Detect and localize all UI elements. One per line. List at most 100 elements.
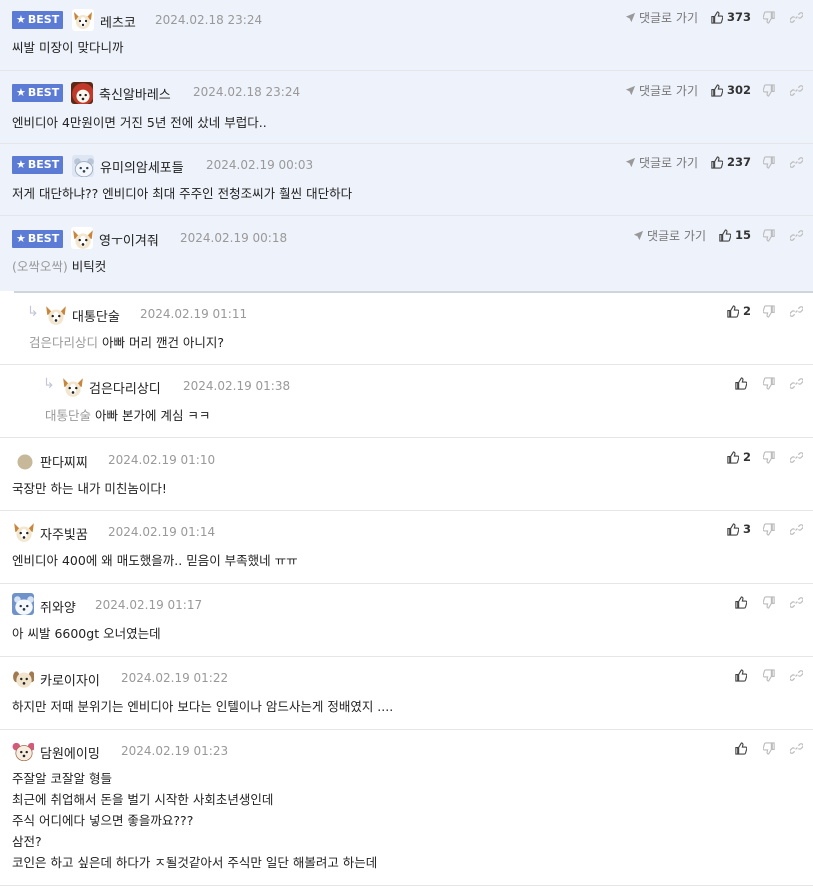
like-button[interactable]: 15	[718, 228, 751, 242]
like-button[interactable]	[734, 376, 751, 390]
like-button[interactable]	[734, 741, 751, 755]
star-icon: ★	[16, 158, 26, 171]
comment-text-line: 코인은 하고 싶은데 하다가 ㅈ될것같아서 주식만 일단 해볼려고 하는데	[12, 855, 378, 870]
comment-item: ↳ 대통단술 2024.02.19 01:11 검은다리상디 아빠 머리 깬건 …	[0, 293, 813, 365]
dog-avatar[interactable]	[71, 227, 93, 249]
link-button[interactable]	[790, 451, 803, 464]
thumbs-down-icon	[763, 595, 775, 609]
bear-avatar[interactable]	[72, 155, 94, 177]
comment-nickname[interactable]: 검은다리상디	[89, 378, 161, 397]
dog-avatar[interactable]	[72, 9, 94, 31]
dislike-button[interactable]	[763, 155, 776, 169]
link-button[interactable]	[790, 523, 803, 536]
like-button[interactable]: 373	[710, 10, 751, 24]
comment-item: ↳ 검은다리상디 2024.02.19 01:38 대통단술 아빠 본가에 계심…	[0, 365, 813, 438]
thumbs-down-icon	[763, 304, 775, 318]
link-icon	[790, 156, 803, 168]
goto-label: 댓글로 가기	[646, 228, 706, 243]
dot-avatar[interactable]	[17, 454, 33, 470]
comment-nickname[interactable]: 대통단술	[72, 306, 120, 325]
link-icon	[790, 377, 803, 389]
comment-nickname[interactable]: 축신알바레스	[99, 84, 171, 103]
comment-nickname[interactable]: 유미의암세포들	[100, 157, 184, 176]
thumbs-up-icon	[727, 450, 739, 464]
like-button[interactable]: 302	[710, 83, 751, 97]
link-button[interactable]	[790, 305, 803, 318]
comment-nickname[interactable]: 레츠코	[100, 12, 136, 31]
comment-item: 판다찌찌 2024.02.19 01:10 국장만 하는 내가 미친놈이다! 2	[0, 438, 813, 511]
comment-actions: 댓글로 가기 237	[625, 153, 803, 171]
dislike-button[interactable]	[763, 450, 776, 464]
goto-comment-button[interactable]: 댓글로 가기	[625, 82, 698, 99]
link-button[interactable]	[790, 11, 803, 24]
best-label: BEST	[27, 13, 60, 26]
link-icon	[790, 84, 803, 96]
dislike-button[interactable]	[763, 228, 776, 242]
link-button[interactable]	[790, 377, 803, 390]
comment-date: 2024.02.19 01:14	[108, 525, 216, 539]
link-button[interactable]	[790, 742, 803, 755]
comment-date: 2024.02.18 23:24	[155, 13, 263, 27]
comment-item: 담원에이밍 2024.02.19 01:23 주잘알 코잘알 형들 최근에 취업…	[0, 730, 813, 886]
comment-date: 2024.02.19 00:03	[206, 158, 314, 172]
mention-text[interactable]: 대통단술	[45, 408, 91, 423]
like-button[interactable]	[734, 595, 751, 609]
comment-nickname[interactable]: 판다찌찌	[40, 452, 88, 471]
like-button[interactable]: 2	[726, 450, 751, 464]
comment-text: 국장만 하는 내가 미친놈이다!	[12, 481, 167, 496]
like-button[interactable]: 3	[726, 522, 751, 536]
comment-actions: 2	[726, 448, 803, 466]
thumbs-down-icon	[763, 10, 775, 24]
link-button[interactable]	[790, 156, 803, 169]
comment-date: 2024.02.19 00:18	[180, 231, 288, 245]
comment-actions: 2	[726, 302, 803, 320]
dislike-button[interactable]	[763, 522, 776, 536]
mention-text[interactable]: 검은다리상디	[29, 335, 98, 350]
send-icon	[633, 230, 644, 240]
like-button[interactable]: 237	[710, 155, 751, 169]
star-icon: ★	[16, 13, 26, 26]
like-count: 2	[742, 450, 751, 464]
thumbs-down-icon	[763, 155, 775, 169]
goto-comment-button[interactable]: 댓글로 가기	[633, 227, 706, 244]
comment-nickname[interactable]: 담원에이밍	[40, 743, 100, 762]
comment-date: 2024.02.19 01:10	[108, 453, 216, 467]
reply-arrow-icon: ↳	[27, 304, 39, 320]
link-button[interactable]	[790, 84, 803, 97]
comment-nickname[interactable]: 자주빛꿈	[40, 524, 88, 543]
comment-text: 씨발 미장이 맞다니까	[12, 40, 124, 55]
best-badge: ★ BEST	[12, 156, 63, 174]
dog-avatar[interactable]	[61, 375, 83, 397]
link-icon	[790, 742, 803, 754]
link-button[interactable]	[790, 669, 803, 682]
goto-comment-button[interactable]: 댓글로 가기	[625, 154, 698, 171]
comment-item: ★ BEST 축신알바레스 2024.02.18 23:24 엔비디아 4만원이면…	[0, 71, 813, 144]
dislike-button[interactable]	[763, 304, 776, 318]
mention-text[interactable]: (오싹오싹)	[12, 259, 68, 274]
comment-nickname[interactable]: 영ㅜ이겨줘	[99, 230, 159, 249]
dislike-button[interactable]	[763, 83, 776, 97]
dog-avatar[interactable]	[12, 667, 34, 689]
like-count: 237	[726, 155, 751, 169]
star-icon: ★	[16, 86, 26, 99]
bear-avatar[interactable]	[12, 593, 34, 615]
comment-nickname[interactable]: 쥐와양	[40, 597, 76, 616]
goto-comment-button[interactable]: 댓글로 가기	[625, 9, 698, 26]
dislike-button[interactable]	[763, 741, 776, 755]
send-icon	[625, 85, 636, 95]
like-button[interactable]: 2	[726, 304, 751, 318]
link-button[interactable]	[790, 596, 803, 609]
comment-text-body: 비틱컷	[71, 259, 107, 274]
dog-avatar[interactable]	[71, 82, 93, 104]
dog-avatar[interactable]	[44, 303, 66, 325]
dog-avatar[interactable]	[12, 739, 34, 761]
dislike-button[interactable]	[763, 376, 776, 390]
dislike-button[interactable]	[763, 668, 776, 682]
thumbs-up-icon	[727, 304, 739, 318]
link-button[interactable]	[790, 229, 803, 242]
like-button[interactable]	[734, 668, 751, 682]
dog-avatar[interactable]	[12, 520, 34, 542]
dislike-button[interactable]	[763, 10, 776, 24]
dislike-button[interactable]	[763, 595, 776, 609]
comment-nickname[interactable]: 카로이자이	[40, 670, 100, 689]
